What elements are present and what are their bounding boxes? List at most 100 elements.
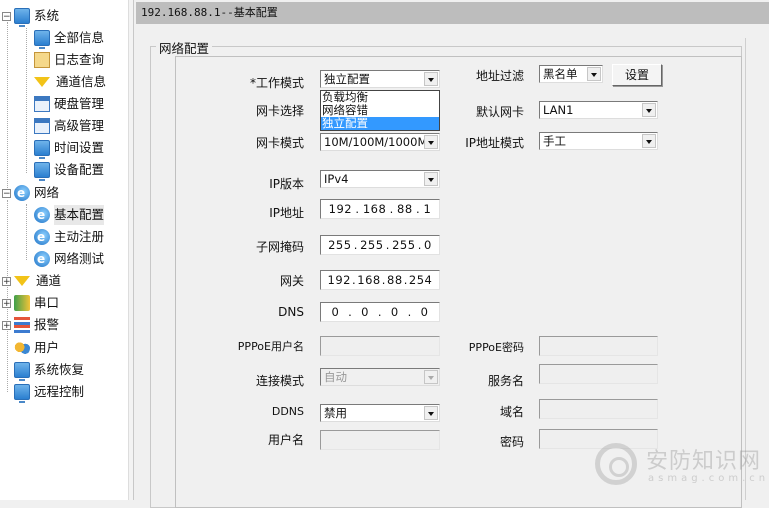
ip-octet: 255 xyxy=(392,238,416,252)
monitor-icon xyxy=(34,30,50,49)
ip-octet: 255 xyxy=(360,238,384,252)
tree-node-system-restore[interactable]: 系统恢复 xyxy=(14,360,84,381)
nic-mode-select[interactable]: 10M/100M/1000M自 xyxy=(320,133,440,151)
subnet-mask-input[interactable]: 255. 255. 255. 0 xyxy=(320,235,440,255)
tree-item-disk-management[interactable]: 硬盘管理 xyxy=(34,94,104,114)
chevron-down-icon[interactable] xyxy=(424,172,438,186)
network-globe-icon xyxy=(34,249,50,269)
nic-mode-label: 网卡模式 xyxy=(255,136,304,150)
collapse-icon[interactable]: − xyxy=(2,188,11,198)
ip-octet: 254 xyxy=(408,273,433,287)
network-globe-icon xyxy=(14,183,30,203)
sidebar-scrollbar[interactable] xyxy=(128,0,133,500)
ip-version-select[interactable]: IPv4 xyxy=(320,170,440,188)
tree-node-remote-control[interactable]: 远程控制 xyxy=(14,382,84,403)
address-filter-select[interactable]: 黑名单 xyxy=(539,65,603,83)
tree-item-advanced-management[interactable]: 高级管理 xyxy=(34,116,104,136)
monitor-icon xyxy=(34,140,50,159)
disk-icon xyxy=(34,96,50,112)
domain-label: 域名 xyxy=(499,405,524,419)
connect-mode-select[interactable]: 自动 xyxy=(320,368,440,386)
tree-node-serial[interactable]: + 串口 xyxy=(2,293,59,313)
domain-input[interactable] xyxy=(539,399,658,419)
pppoe-username-input[interactable] xyxy=(320,336,440,356)
default-nic-label: 默认网卡 xyxy=(475,105,524,119)
chevron-down-icon[interactable] xyxy=(424,135,438,149)
panel-divider xyxy=(745,38,769,500)
tree-node-system[interactable]: − 系统 xyxy=(2,6,59,27)
default-nic-select[interactable]: LAN1 xyxy=(539,101,658,119)
group-title: 网络配置 xyxy=(156,38,213,57)
expand-icon[interactable]: + xyxy=(2,298,11,308)
gateway-input[interactable]: 192. 168. 88. 254 xyxy=(320,270,440,290)
dns-label: DNS xyxy=(278,305,304,319)
watermark-subtext: asmag.com.cn xyxy=(648,473,769,484)
ip-dot: . xyxy=(407,305,412,319)
filter-settings-button[interactable]: 设置 xyxy=(612,64,662,86)
ip-octet: 168 xyxy=(362,202,387,216)
ip-dot: . xyxy=(417,238,422,252)
ip-version-value: IPv4 xyxy=(324,172,349,186)
expand-icon[interactable]: + xyxy=(2,320,11,330)
users-icon xyxy=(14,340,30,356)
chevron-down-icon[interactable] xyxy=(424,406,438,420)
tree-node-network[interactable]: − 网络 xyxy=(2,183,59,203)
service-name-input[interactable] xyxy=(539,364,658,384)
ddns-username-input[interactable] xyxy=(320,430,440,450)
ip-version-label: IP版本 xyxy=(269,177,304,191)
watermark: 安防知识网 asmag.com.cn xyxy=(590,440,769,500)
tree-node-user[interactable]: 用户 xyxy=(14,338,59,358)
tree-item-network-test[interactable]: 网络测试 xyxy=(34,249,104,269)
collapse-icon[interactable]: − xyxy=(2,11,11,21)
ip-dot: . xyxy=(348,305,353,319)
tree-item-active-register[interactable]: 主动注册 xyxy=(34,227,104,247)
ip-octet: 0 xyxy=(420,305,429,319)
tree-item-channel-info[interactable]: 通道信息 xyxy=(34,72,106,92)
default-nic-value: LAN1 xyxy=(543,103,574,117)
connect-mode-label: 连接模式 xyxy=(255,374,304,388)
monitor-icon xyxy=(14,384,30,403)
work-mode-select[interactable]: 独立配置 xyxy=(320,70,440,88)
network-globe-icon xyxy=(34,227,50,247)
ip-address-mode-select[interactable]: 手工 xyxy=(539,132,658,150)
ip-octet: 0 xyxy=(331,305,340,319)
pppoe-password-input[interactable] xyxy=(539,336,658,356)
ip-dot: . xyxy=(415,202,421,216)
tree-node-channel[interactable]: + 通道 xyxy=(2,271,61,291)
ip-octet: 88 xyxy=(387,273,403,287)
gateway-label: 网关 xyxy=(279,274,304,288)
pppoe-username-label: PPPoE用户名 xyxy=(237,340,304,353)
monitor-icon xyxy=(14,8,30,27)
ip-dot: . xyxy=(377,305,383,319)
ddns-select[interactable]: 禁用 xyxy=(320,404,440,422)
ip-dot: . xyxy=(352,273,357,287)
chevron-down-icon[interactable] xyxy=(424,72,438,86)
dropdown-option-selected[interactable]: 独立配置 xyxy=(321,117,439,130)
tree-node-alarm[interactable]: + 报警 xyxy=(2,315,59,335)
pppoe-password-label: PPPoE密码 xyxy=(468,341,524,354)
watermark-text: 安防知识网 xyxy=(646,449,762,474)
chevron-down-icon[interactable] xyxy=(642,134,656,148)
connect-mode-value: 自动 xyxy=(324,370,347,384)
chevron-down-icon[interactable] xyxy=(424,370,438,384)
network-globe-icon xyxy=(34,205,50,225)
subnet-mask-label: 子网掩码 xyxy=(255,240,304,254)
ip-dot: . xyxy=(355,202,360,216)
tree-item-log-query[interactable]: 日志查询 xyxy=(34,50,104,70)
tree-item-basic-config[interactable]: 基本配置 xyxy=(34,205,105,225)
ip-octet: 0 xyxy=(361,305,369,319)
work-mode-dropdown[interactable]: 负载均衡 网络容错 独立配置 xyxy=(320,90,440,131)
ddns-username-label: 用户名 xyxy=(267,433,304,447)
tree-item-time-settings[interactable]: 时间设置 xyxy=(34,138,104,159)
filter-icon xyxy=(34,77,50,87)
tree-item-all-info[interactable]: 全部信息 xyxy=(34,28,104,49)
ddns-label: DDNS xyxy=(271,405,304,418)
chevron-down-icon[interactable] xyxy=(642,103,656,117)
tree-line xyxy=(7,22,8,192)
ip-octet: 192 xyxy=(327,273,351,287)
expand-icon[interactable]: + xyxy=(2,276,11,286)
chevron-down-icon[interactable] xyxy=(587,67,601,81)
ip-address-input[interactable]: 192. 168. 88. 1 xyxy=(320,199,440,219)
tree-item-device-config[interactable]: 设备配置 xyxy=(34,160,104,181)
dns-input[interactable]: 0. 0. 0. 0 xyxy=(320,302,440,322)
